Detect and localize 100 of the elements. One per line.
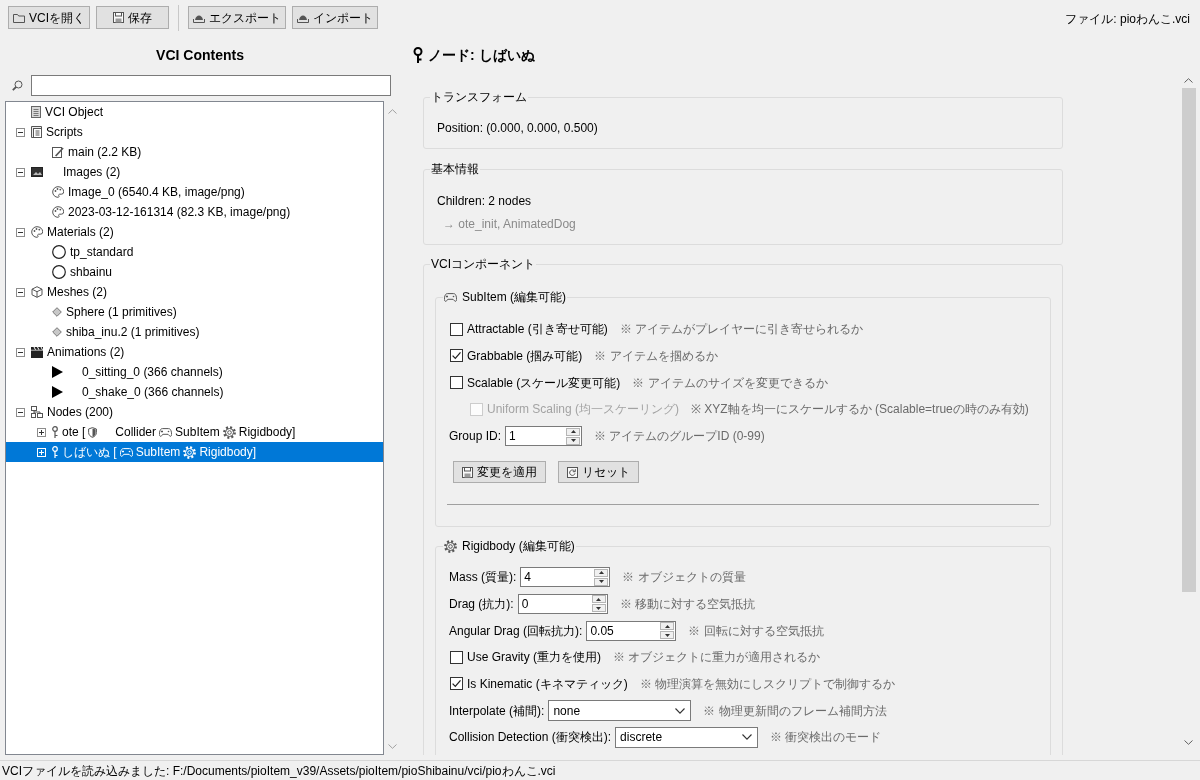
save-button[interactable]: 保存 [96,6,169,29]
field-label: Collision Detection (衝突検出): [449,729,612,747]
spin-up-button[interactable] [591,595,606,604]
search-field[interactable] [31,75,391,96]
scroll-up-icon[interactable] [1184,78,1193,83]
spin-up-button[interactable] [566,427,581,436]
tree-item[interactable]: Images (2) [10,162,121,182]
clapperboard-icon [31,346,43,358]
scroll-icon [31,126,42,138]
tree-item[interactable]: Meshes (2) [10,282,108,302]
checkbox[interactable] [450,650,463,664]
tree-item[interactable]: shbainu [31,262,113,282]
hint-text: ※ アイテムがプレイヤーに引き寄せられるか [619,321,864,338]
field-label: Mass (質量): [449,569,517,587]
reset-button[interactable]: リセット [558,461,639,484]
apply-button[interactable]: 変更を適用 [453,461,546,484]
tree-item[interactable]: main (2.2 KB) [31,142,142,162]
group-title: VCIコンポーネント [431,257,535,271]
spin-up-button[interactable] [660,622,675,631]
file-name-label: ファイル: pioわんこ.vci [1065,11,1190,28]
minus-box-icon[interactable] [16,347,25,357]
checkbox[interactable] [450,376,463,390]
spin-down-button[interactable] [660,631,675,640]
tree-item[interactable]: ote [ Collider SubItem Rigidbody] [31,422,296,442]
tree-item[interactable]: 2023-03-12-161314 (82.3 KB, image/png) [31,202,291,222]
tree-item[interactable]: Image_0 (6540.4 KB, image/png) [31,182,245,202]
number-field[interactable]: 0.05 [586,620,677,641]
group-title: Rigidbody (編集可能) [462,538,575,555]
up-triangle-icon [664,624,670,628]
number-field[interactable]: 4 [520,567,611,588]
checkbox-label: Use Gravity (重力を使用) [467,649,601,667]
hint-text: ※ 回転に対する空気抵抗 [688,622,824,640]
folder-icon [13,12,25,23]
gear-icon [444,539,457,553]
minus-box-icon[interactable] [16,227,25,237]
circle-icon [52,265,66,279]
hint-text: ※ アイテムのサイズを変更できるか [632,374,828,392]
tree-item[interactable]: Materials (2) [10,222,114,242]
field-label: Angular Drag (回転抗力): [449,622,583,640]
checkbox-label: Grabbable (掴み可能) [467,347,583,365]
spin-up-button[interactable] [594,568,609,577]
tree-item[interactable]: Sphere (1 primitives) [31,302,177,322]
gamepad-icon [444,292,457,302]
tree-item[interactable]: Nodes (200) [10,402,114,422]
gear-icon [222,425,236,439]
scroll-thumb[interactable] [1181,88,1196,592]
import-button[interactable]: インポート [292,6,378,29]
dropdown[interactable]: discrete [615,726,759,748]
number-field[interactable]: 0 [517,593,608,614]
gamepad-icon [159,427,173,437]
dropdown[interactable]: none [548,700,692,722]
search-icon [12,80,23,91]
pencil-page-icon [52,146,64,158]
palette-icon [31,226,43,238]
tree-item[interactable]: shiba_inu.2 (1 primitives) [31,322,200,342]
key-icon [52,446,58,458]
picture-icon [31,167,43,177]
tree-item[interactable]: VCI Object [10,102,104,122]
children-count-text: Children: 2 nodes [437,193,532,209]
checkbox[interactable] [450,677,463,691]
tree-item[interactable]: 0_sitting_0 (366 channels) [31,362,223,382]
palette-icon [52,206,64,218]
shield-icon [88,426,98,438]
circle-icon [52,245,66,259]
gamepad-icon [119,447,133,457]
open-button[interactable]: VCIを開く [8,6,90,29]
minus-box-icon[interactable] [16,287,25,297]
play-icon [52,366,63,378]
hint-text: ※ 物理演算を無効にしスクリプトで制御するか [639,675,896,693]
tree-item[interactable]: tp_standard [31,242,134,262]
spin-down-button[interactable] [566,436,581,445]
spin-down-button[interactable] [594,577,609,586]
network-icon [31,406,43,418]
node-title: ノード: しばいぬ [428,45,535,65]
number-field[interactable]: 1 [505,426,583,447]
gear-icon [183,445,197,459]
export-button[interactable]: エクスポート [188,6,286,29]
spin-down-button[interactable] [591,604,606,613]
checkbox-label: Uniform Scaling (均一スケーリング) [487,401,680,419]
hint-text: ※ アイテムを掴めるか [594,347,718,365]
up-triangle-icon [598,571,604,575]
hint-text: ※ XYZ軸を均一にスケールするか (Scalable=trueの時のみ有効) [691,401,1029,419]
plus-box-icon[interactable] [37,427,46,437]
tree-item[interactable]: Animations (2) [10,342,125,362]
minus-box-icon[interactable] [16,407,25,417]
field-label: Drag (抗力): [449,595,514,613]
checkbox-label: Scalable (スケール変更可能) [467,374,621,392]
minus-box-icon[interactable] [16,127,25,137]
tree-item[interactable]: しばいぬ [ SubItem Rigidbody] [6,442,383,462]
down-triangle-icon [596,606,602,610]
tree-item[interactable]: Scripts [10,122,83,142]
tree-item[interactable]: 0_shake_0 (366 channels) [31,382,224,402]
scroll-down-icon[interactable] [1184,740,1193,745]
palette-icon [52,186,64,198]
group-title: SubItem (編集可能) [462,289,566,305]
checkbox[interactable] [450,349,463,363]
checkbox-label: Is Kinematic (キネマティック) [467,675,628,693]
chevron-down-icon [675,707,686,714]
minus-box-icon[interactable] [16,167,25,177]
checkbox[interactable] [450,322,463,336]
